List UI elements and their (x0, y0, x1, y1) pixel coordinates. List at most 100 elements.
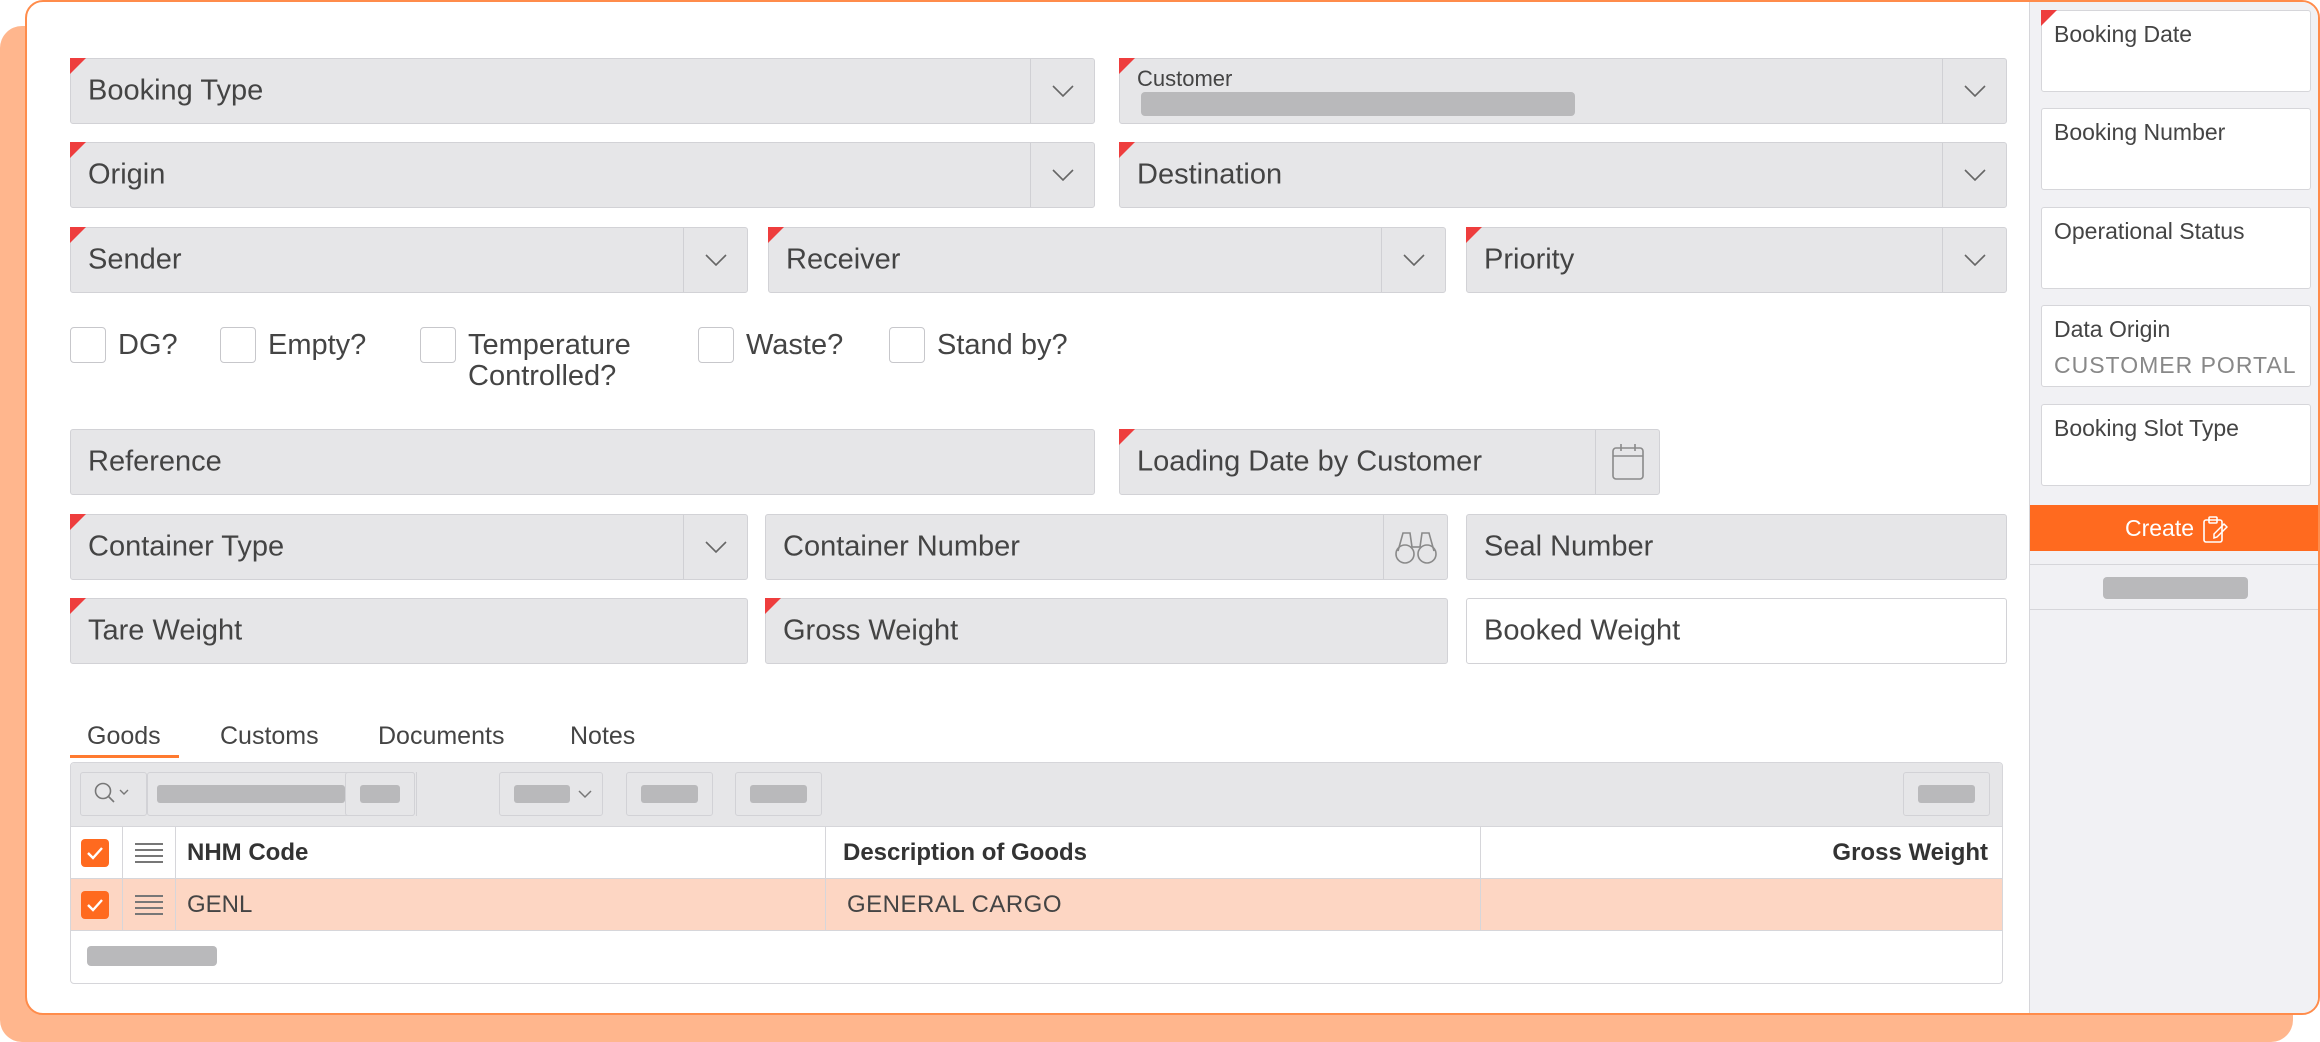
booked-weight-input[interactable]: Booked Weight (1466, 598, 2007, 664)
row-menu-header-cell[interactable] (123, 827, 176, 878)
customer-select[interactable]: Customer (1119, 58, 2007, 124)
checkmark-icon (87, 846, 103, 860)
search-go-label-redacted (360, 785, 400, 803)
destination-select[interactable]: Destination (1119, 142, 2007, 208)
operational-status-field[interactable]: Operational Status (2041, 207, 2311, 289)
customer-label: Customer (1137, 66, 1233, 91)
destination-dropdown[interactable] (1942, 143, 2006, 207)
tab-goods[interactable]: Goods (87, 722, 161, 751)
spacer (415, 772, 416, 816)
chevron-down-icon (704, 541, 727, 553)
calendar-button[interactable] (1595, 430, 1659, 494)
container-type-dropdown[interactable] (683, 515, 747, 579)
booked-weight-label: Booked Weight (1484, 614, 1681, 647)
dg-checkbox[interactable] (70, 327, 106, 363)
container-number-input[interactable]: Container Number (765, 514, 1448, 580)
waste-checkbox[interactable] (698, 327, 734, 363)
gross-weight-cell[interactable] (1481, 879, 2002, 930)
toolbar-action-button-3[interactable] (1903, 772, 1990, 816)
tare-weight-input[interactable]: Tare Weight (70, 598, 748, 664)
action-label-redacted (750, 785, 807, 803)
customer-dropdown[interactable] (1942, 59, 2006, 123)
waste-label: Waste? (746, 329, 844, 361)
booking-type-dropdown[interactable] (1030, 59, 1094, 123)
menu-icon (135, 891, 163, 919)
row-checkbox[interactable] (81, 890, 109, 919)
dg-label: DG? (118, 329, 178, 361)
priority-dropdown[interactable] (1942, 228, 2006, 292)
priority-select[interactable]: Priority (1466, 227, 2007, 293)
container-number-label: Container Number (783, 530, 1020, 563)
origin-label: Origin (88, 158, 166, 191)
search-go-button[interactable] (345, 772, 415, 816)
chevron-down-icon (1963, 169, 1986, 181)
tab-notes[interactable]: Notes (570, 722, 635, 751)
sidebar-action-row[interactable] (2030, 564, 2318, 610)
row-select-cell[interactable] (71, 879, 123, 930)
create-button[interactable]: Create (2030, 505, 2318, 551)
tare-weight-label: Tare Weight (88, 614, 243, 647)
seal-number-label: Seal Number (1484, 530, 1654, 563)
sidebar-action-redacted (2103, 577, 2248, 599)
receiver-select[interactable]: Receiver (768, 227, 1446, 293)
receiver-dropdown[interactable] (1381, 228, 1445, 292)
view-dropdown-button[interactable] (499, 772, 603, 816)
active-tab-indicator (70, 755, 179, 758)
sender-label: Sender (88, 243, 182, 276)
checkmark-icon (87, 898, 103, 912)
seal-number-input[interactable]: Seal Number (1466, 514, 2007, 580)
standby-label: Stand by? (937, 329, 1068, 361)
temperature-controlled-checkbox[interactable] (420, 327, 456, 363)
view-label-redacted (514, 785, 570, 803)
menu-icon (135, 839, 163, 867)
booking-type-select[interactable]: Booking Type (70, 58, 1095, 124)
priority-label: Priority (1484, 243, 1575, 276)
select-all-checkbox[interactable] (81, 838, 109, 867)
grid-toolbar (71, 763, 2002, 827)
sender-select[interactable]: Sender (70, 227, 748, 293)
chevron-down-icon (1402, 254, 1425, 266)
data-origin-field[interactable]: Data Origin CUSTOMER PORTAL (2041, 305, 2311, 387)
receiver-label: Receiver (786, 243, 901, 276)
reference-input[interactable]: Reference (70, 429, 1095, 495)
nhm-code-cell[interactable]: GENL (176, 879, 826, 930)
booking-slot-type-field[interactable]: Booking Slot Type (2041, 404, 2311, 486)
chevron-down-icon (1963, 85, 1986, 97)
container-type-label: Container Type (88, 530, 285, 563)
goods-grid: NHM Code Description of Goods Gross Weig… (70, 762, 2003, 984)
calendar-icon (1611, 444, 1644, 480)
origin-select[interactable]: Origin (70, 142, 1095, 208)
action-label-redacted (641, 785, 698, 803)
table-row[interactable]: GENL GENERAL CARGO (71, 879, 2002, 931)
standby-checkbox[interactable] (889, 327, 925, 363)
sender-dropdown[interactable] (683, 228, 747, 292)
empty-checkbox[interactable] (220, 327, 256, 363)
tab-documents[interactable]: Documents (378, 722, 504, 751)
container-type-select[interactable]: Container Type (70, 514, 748, 580)
loading-date-input[interactable]: Loading Date by Customer (1119, 429, 1660, 495)
search-mode-button[interactable] (80, 772, 147, 816)
toolbar-action-button-1[interactable] (626, 772, 713, 816)
booking-form-card: Booking Type Customer Origin Destination… (25, 0, 2320, 1015)
description-header[interactable]: Description of Goods (826, 827, 1481, 878)
reference-label: Reference (88, 445, 222, 478)
tab-customs[interactable]: Customs (220, 722, 319, 751)
nhm-code-header[interactable]: NHM Code (176, 827, 826, 878)
description-header-label: Description of Goods (843, 838, 1088, 866)
description-cell[interactable]: GENERAL CARGO (826, 879, 1481, 930)
gross-weight-input[interactable]: Gross Weight (765, 598, 1448, 664)
toolbar-action-button-2[interactable] (735, 772, 822, 816)
temperature-controlled-label-line2: Controlled? (468, 360, 617, 392)
chevron-down-icon (704, 254, 727, 266)
row-menu-cell[interactable] (123, 879, 176, 930)
container-lookup-button[interactable] (1383, 515, 1447, 579)
select-all-cell[interactable] (71, 827, 123, 878)
customer-value-redacted (1141, 92, 1575, 116)
gross-weight-header[interactable]: Gross Weight (1481, 827, 2002, 878)
booking-date-field[interactable]: Booking Date (2041, 10, 2311, 92)
gross-weight-header-label: Gross Weight (1832, 838, 1988, 866)
booking-date-label: Booking Date (2054, 21, 2193, 47)
origin-dropdown[interactable] (1030, 143, 1094, 207)
booking-number-field[interactable]: Booking Number (2041, 108, 2311, 190)
data-origin-label: Data Origin (2054, 316, 2171, 342)
